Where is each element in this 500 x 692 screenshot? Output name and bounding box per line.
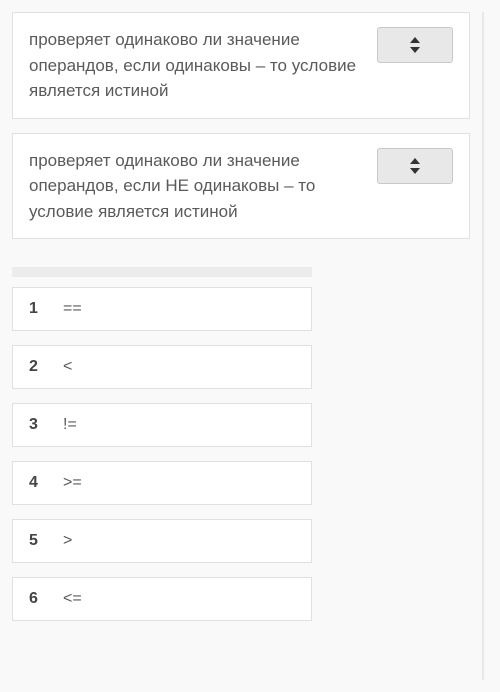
option-symbol: <= [63,590,82,608]
options-area: 1 == 2 < 3 != 4 >= 5 > 6 <= [12,267,312,621]
sort-icon [409,158,421,174]
option-symbol: == [63,300,82,318]
question-card: проверяет одинаково ли значение операндо… [12,12,470,119]
options-header-bar [12,267,312,277]
option-symbol: < [63,358,72,376]
option-number: 5 [29,532,43,550]
option-item[interactable]: 4 >= [12,461,312,505]
sort-icon [409,37,421,53]
answer-select[interactable] [377,148,453,184]
option-number: 6 [29,590,43,608]
question-text: проверяет одинаково ли значение операндо… [29,148,365,225]
option-symbol: > [63,532,72,550]
option-number: 4 [29,474,43,492]
option-item[interactable]: 2 < [12,345,312,389]
quiz-container: проверяет одинаково ли значение операндо… [12,12,484,680]
option-number: 1 [29,300,43,318]
option-item[interactable]: 3 != [12,403,312,447]
option-symbol: != [63,416,77,434]
option-symbol: >= [63,474,82,492]
question-text: проверяет одинаково ли значение операндо… [29,27,365,104]
option-item[interactable]: 1 == [12,287,312,331]
option-number: 2 [29,358,43,376]
answer-select[interactable] [377,27,453,63]
option-number: 3 [29,416,43,434]
question-card: проверяет одинаково ли значение операндо… [12,133,470,240]
option-item[interactable]: 5 > [12,519,312,563]
option-item[interactable]: 6 <= [12,577,312,621]
